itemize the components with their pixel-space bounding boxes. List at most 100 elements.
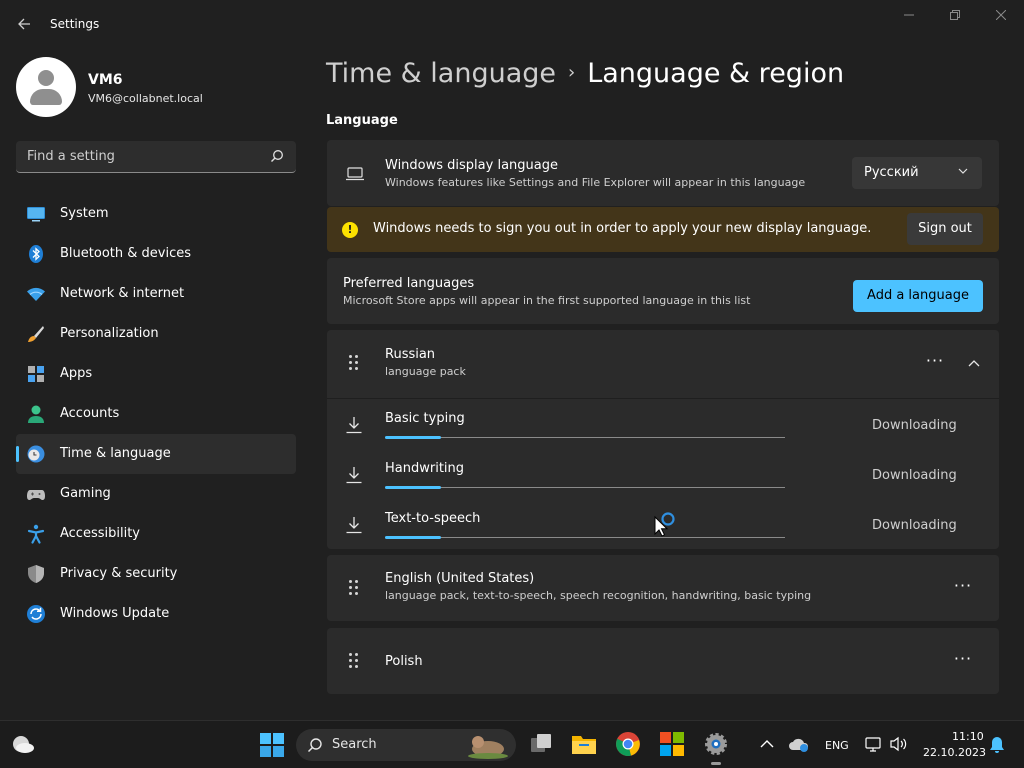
- progress-fill: [385, 436, 441, 439]
- drag-handle-icon[interactable]: [349, 653, 361, 671]
- taskbar-search[interactable]: Search: [296, 729, 516, 761]
- network-icon[interactable]: [865, 736, 883, 752]
- add-language-button[interactable]: Add a language: [853, 280, 983, 312]
- more-options-button[interactable]: ···: [949, 649, 977, 673]
- progress-bar: [385, 436, 785, 439]
- profile-name: VM6: [88, 72, 123, 88]
- breadcrumb-parent[interactable]: Time & language: [326, 58, 556, 89]
- avatar-body: [30, 89, 62, 105]
- taskbar: Search ENG 11:10 22.10.2023: [0, 720, 1024, 768]
- search-icon: [307, 738, 322, 753]
- sidebar-item-label: Apps: [60, 366, 93, 381]
- language-name: Russian: [385, 347, 436, 362]
- active-app-indicator: [711, 762, 721, 765]
- sign-out-button[interactable]: Sign out: [907, 213, 983, 245]
- sidebar-item-windows-update[interactable]: Windows Update: [16, 594, 296, 634]
- drag-handle-icon[interactable]: [349, 355, 361, 373]
- divider: [327, 398, 999, 399]
- task-view-icon[interactable]: [528, 731, 554, 757]
- feature-status: Downloading: [872, 468, 957, 483]
- sidebar-item-label: Accessibility: [60, 526, 140, 541]
- display-language-subtitle: Windows features like Settings and File …: [385, 176, 806, 189]
- update-icon: [27, 605, 45, 623]
- notification-bell-icon[interactable]: [989, 736, 1005, 754]
- sidebar-item-label: Privacy & security: [60, 566, 178, 581]
- avatar[interactable]: [16, 57, 76, 117]
- restore-button[interactable]: [944, 8, 966, 26]
- breadcrumb-separator-icon: ›: [568, 62, 576, 83]
- display-language-title: Windows display language: [385, 158, 558, 173]
- sidebar-item-bluetooth[interactable]: Bluetooth & devices: [16, 234, 296, 274]
- sidebar-item-time-language[interactable]: Time & language: [16, 434, 296, 474]
- language-item-polish: Polish ···: [327, 628, 999, 694]
- file-explorer-icon[interactable]: [571, 731, 597, 757]
- paintbrush-icon: [28, 326, 44, 342]
- page-title: Language & region: [587, 58, 845, 89]
- sidebar-item-label: Time & language: [60, 446, 171, 461]
- chevron-up-icon[interactable]: [760, 739, 774, 749]
- search-icon: [271, 150, 283, 162]
- sidebar-item-label: Gaming: [60, 486, 111, 501]
- busy-cursor-icon: [654, 512, 675, 537]
- start-button-windows-icon[interactable]: [259, 732, 285, 758]
- weather-icon[interactable]: [10, 733, 36, 755]
- language-detail: language pack, text-to-speech, speech re…: [385, 589, 812, 602]
- language-detail: language pack: [385, 365, 466, 378]
- more-options-button[interactable]: ···: [949, 576, 977, 600]
- warning-icon: !: [342, 222, 358, 238]
- wifi-icon: [27, 287, 45, 301]
- taskbar-search-label: Search: [332, 737, 377, 752]
- preferred-languages-card: Preferred languages Microsoft Store apps…: [327, 258, 999, 324]
- sidebar-item-privacy[interactable]: Privacy & security: [16, 554, 296, 594]
- sidebar-item-system[interactable]: System: [16, 194, 296, 234]
- sidebar-item-accessibility[interactable]: Accessibility: [16, 514, 296, 554]
- feature-row-handwriting: Handwriting Downloading: [327, 450, 999, 500]
- settings-gear-icon[interactable]: [703, 731, 729, 757]
- sidebar-item-network[interactable]: Network & internet: [16, 274, 296, 314]
- apps-icon: [28, 366, 44, 382]
- feature-label: Basic typing: [385, 411, 465, 426]
- input-language-indicator[interactable]: ENG: [825, 739, 849, 752]
- display-language-dropdown[interactable]: Русский: [852, 157, 982, 189]
- sidebar-item-gaming[interactable]: Gaming: [16, 474, 296, 514]
- download-icon: [346, 417, 362, 434]
- sign-out-warning-bar: ! Windows needs to sign you out in order…: [327, 207, 999, 252]
- breadcrumb: Time & language › Language & region: [326, 58, 844, 89]
- download-icon: [346, 467, 362, 484]
- sidebar-item-accounts[interactable]: Accounts: [16, 394, 296, 434]
- sidebar-item-personalization[interactable]: Personalization: [16, 314, 296, 354]
- preferred-languages-subtitle: Microsoft Store apps will appear in the …: [343, 294, 751, 307]
- chevron-up-icon[interactable]: [968, 359, 980, 367]
- search-input[interactable]: Find a setting: [16, 141, 296, 173]
- restore-icon: [950, 10, 960, 20]
- feature-label: Text-to-speech: [385, 511, 481, 526]
- search-highlight-icon: [468, 736, 508, 759]
- warning-text: Windows needs to sign you out in order t…: [373, 221, 872, 236]
- accessibility-icon: [27, 524, 45, 544]
- app-title: Settings: [50, 17, 100, 31]
- language-name: English (United States): [385, 571, 535, 586]
- close-button[interactable]: [990, 8, 1012, 26]
- minimize-button[interactable]: [898, 8, 920, 26]
- drag-handle-icon[interactable]: [349, 580, 361, 598]
- volume-icon[interactable]: [889, 736, 909, 752]
- avatar-head: [38, 70, 54, 86]
- back-button[interactable]: [12, 12, 36, 36]
- feature-status: Downloading: [872, 418, 957, 433]
- search-placeholder: Find a setting: [27, 149, 115, 164]
- clock-date[interactable]: 22.10.2023: [923, 746, 986, 759]
- sidebar-item-label: Accounts: [60, 406, 120, 421]
- sidebar-item-label: Bluetooth & devices: [60, 246, 191, 261]
- preferred-languages-title: Preferred languages: [343, 276, 475, 291]
- onedrive-cloud-icon[interactable]: [788, 735, 810, 753]
- clock-time[interactable]: 11:10: [952, 730, 984, 743]
- laptop-icon: [346, 167, 364, 181]
- language-name: Polish: [385, 654, 423, 669]
- display-language-value: Русский: [864, 165, 919, 180]
- download-icon: [346, 517, 362, 534]
- feature-status: Downloading: [872, 518, 957, 533]
- microsoft-store-icon[interactable]: [659, 731, 685, 757]
- chrome-icon[interactable]: [615, 731, 641, 757]
- sidebar-item-apps[interactable]: Apps: [16, 354, 296, 394]
- more-options-button[interactable]: ···: [921, 351, 949, 375]
